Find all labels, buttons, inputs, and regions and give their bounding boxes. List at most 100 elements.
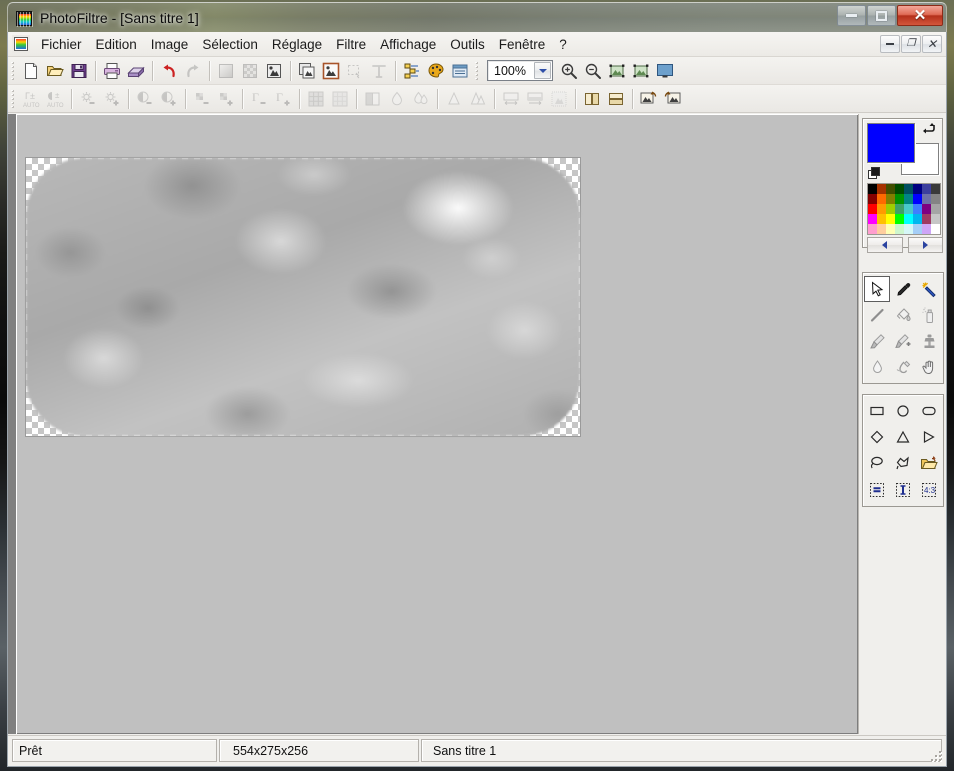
save-file-icon[interactable] <box>67 59 91 83</box>
fit-to-screen-icon[interactable] <box>605 59 629 83</box>
palette-swatch-1-4[interactable] <box>904 194 913 204</box>
palette-swatch-0-4[interactable] <box>904 184 913 194</box>
flip-vertical-icon[interactable] <box>604 87 628 111</box>
scan-icon[interactable] <box>124 59 148 83</box>
diamond-shape-icon[interactable] <box>864 424 890 450</box>
fullscreen-icon[interactable] <box>653 59 677 83</box>
selection-ratio-icon[interactable]: 4:3 <box>916 477 942 503</box>
smudge-tool-icon[interactable] <box>890 354 916 380</box>
image-canvas[interactable] <box>26 158 580 436</box>
clone-stamp-tool-icon[interactable] <box>916 328 942 354</box>
rounded-rectangle-shape-icon[interactable] <box>916 398 942 424</box>
hand-tool-icon[interactable] <box>916 354 942 380</box>
window-minimize-button[interactable] <box>837 5 866 26</box>
dither-icon[interactable] <box>304 87 328 111</box>
open-file-icon[interactable] <box>43 59 67 83</box>
frame-image-icon[interactable] <box>319 59 343 83</box>
menu-reglage[interactable]: Réglage <box>265 34 329 55</box>
zoom-out-icon[interactable] <box>581 59 605 83</box>
selection-equal-icon[interactable] <box>864 477 890 503</box>
magic-wand-tool-icon[interactable] <box>916 276 942 302</box>
ellipse-shape-icon[interactable] <box>890 398 916 424</box>
window-maximize-button[interactable] <box>867 5 896 26</box>
document-system-menu-icon[interactable] <box>12 35 30 53</box>
rotate-left-icon[interactable] <box>637 87 661 111</box>
contrast-down-icon[interactable] <box>133 87 157 111</box>
new-file-icon[interactable] <box>19 59 43 83</box>
palette-swatch-0-6[interactable] <box>922 184 931 194</box>
gamma-up-icon[interactable]: Γ <box>271 87 295 111</box>
chevron-down-icon[interactable] <box>534 62 551 79</box>
layers-icon[interactable] <box>400 59 424 83</box>
paste-icon[interactable] <box>238 59 262 83</box>
palette-next-button[interactable] <box>907 237 943 253</box>
zoom-in-icon[interactable] <box>557 59 581 83</box>
distort-icon[interactable] <box>547 87 571 111</box>
toolbar-window-icon[interactable] <box>448 59 472 83</box>
menu-selection[interactable]: Sélection <box>195 34 265 55</box>
palette-swatch-3-1[interactable] <box>877 214 886 224</box>
brightness-up-icon[interactable] <box>100 87 124 111</box>
selection-mask-icon[interactable] <box>343 59 367 83</box>
resize-grip[interactable] <box>930 750 943 763</box>
window-close-button[interactable]: ✕ <box>897 5 943 26</box>
duplicate-image-icon[interactable] <box>295 59 319 83</box>
palette-swatch-4-1[interactable] <box>877 224 886 234</box>
palette-swatch-1-2[interactable] <box>886 194 895 204</box>
selection-center-icon[interactable] <box>890 477 916 503</box>
mdi-restore-button[interactable]: ❐ <box>901 35 921 53</box>
palette-swatch-2-0[interactable] <box>868 204 877 214</box>
palette-swatch-2-6[interactable] <box>922 204 931 214</box>
palette-swatch-3-5[interactable] <box>913 214 922 224</box>
palette-swatch-4-6[interactable] <box>922 224 931 234</box>
filter-toolbar-grip[interactable] <box>11 87 16 110</box>
rotate-right-icon[interactable] <box>661 87 685 111</box>
palette-swatch-2-5[interactable] <box>913 204 922 214</box>
palette-swatch-0-5[interactable] <box>913 184 922 194</box>
palette-icon[interactable] <box>424 59 448 83</box>
menu-edition[interactable]: Edition <box>89 34 144 55</box>
palette-swatch-3-4[interactable] <box>904 214 913 224</box>
blur-icon[interactable] <box>385 87 409 111</box>
palette-swatch-2-4[interactable] <box>904 204 913 214</box>
gradient-mask-icon[interactable] <box>361 87 385 111</box>
palette-swatch-4-4[interactable] <box>904 224 913 234</box>
mdi-close-button[interactable]: ✕ <box>922 35 942 53</box>
paintbrush-tool-icon[interactable] <box>864 328 890 354</box>
palette-swatch-4-3[interactable] <box>895 224 904 234</box>
line-tool-icon[interactable] <box>864 302 890 328</box>
foreground-color-swatch[interactable] <box>867 123 915 163</box>
lasso-shape-icon[interactable] <box>864 450 890 476</box>
palette-swatch-1-0[interactable] <box>868 194 877 204</box>
auto-levels-icon[interactable]: Γ± AUTO <box>19 87 43 111</box>
mdi-minimize-button[interactable] <box>880 35 900 53</box>
palette-swatch-1-1[interactable] <box>877 194 886 204</box>
swap-colors-icon[interactable] <box>921 121 937 137</box>
menu-aide[interactable]: ? <box>552 34 574 55</box>
vertical-symmetry-icon[interactable] <box>523 87 547 111</box>
palette-swatch-4-5[interactable] <box>913 224 922 234</box>
right-triangle-shape-icon[interactable] <box>916 424 942 450</box>
document-window[interactable] <box>16 114 858 734</box>
menu-affichage[interactable]: Affichage <box>373 34 443 55</box>
horizontal-symmetry-icon[interactable] <box>499 87 523 111</box>
color-palette[interactable] <box>867 183 941 235</box>
blur-tool-icon[interactable] <box>864 354 890 380</box>
saturation-up-icon[interactable] <box>214 87 238 111</box>
blur-more-icon[interactable] <box>409 87 433 111</box>
palette-swatch-2-2[interactable] <box>886 204 895 214</box>
palette-swatch-3-2[interactable] <box>886 214 895 224</box>
polygon-shape-icon[interactable] <box>890 450 916 476</box>
spray-tool-icon[interactable] <box>916 302 942 328</box>
contrast-up-icon[interactable] <box>157 87 181 111</box>
advanced-brush-tool-icon[interactable] <box>890 328 916 354</box>
palette-swatch-0-1[interactable] <box>877 184 886 194</box>
palette-swatch-0-7[interactable] <box>931 184 940 194</box>
palette-swatch-1-5[interactable] <box>913 194 922 204</box>
flip-horizontal-icon[interactable] <box>580 87 604 111</box>
palette-swatch-2-3[interactable] <box>895 204 904 214</box>
palette-swatch-2-7[interactable] <box>931 204 940 214</box>
undo-icon[interactable] <box>157 59 181 83</box>
rectangle-shape-icon[interactable] <box>864 398 890 424</box>
toolbar-grip[interactable] <box>11 59 16 82</box>
